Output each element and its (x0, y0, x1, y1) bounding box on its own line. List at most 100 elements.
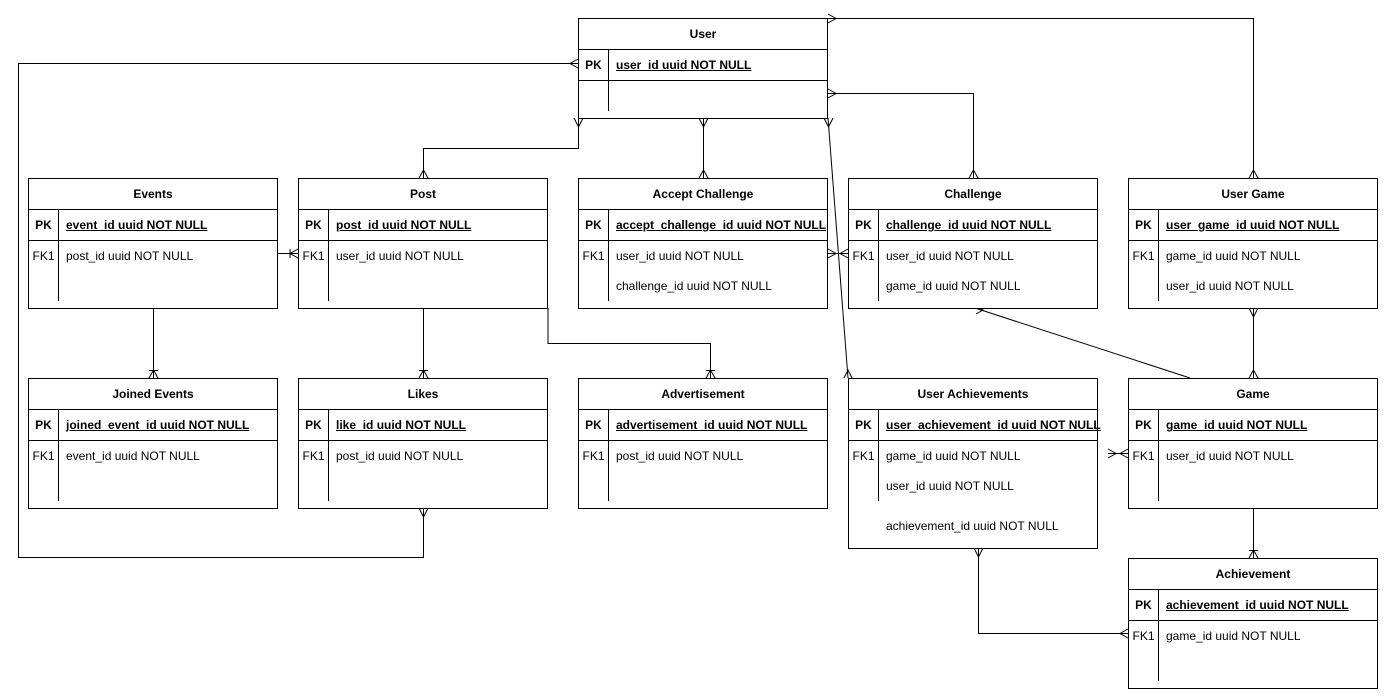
fields-section: FK1 game_id uuid NOT NULL user_id uuid N… (1129, 241, 1377, 309)
field-row: FK1 user_id uuid NOT NULL (299, 241, 547, 271)
fk-label: FK1 (32, 449, 55, 463)
field-row: FK1 game_id uuid NOT NULL (849, 441, 1097, 471)
entity-title: Joined Events (29, 379, 277, 410)
entity-title: Accept Challenge (579, 179, 827, 210)
entity-advertisement[interactable]: Advertisement PK advertisement_id uuid N… (578, 378, 828, 509)
entity-joined-events[interactable]: Joined Events PK joined_event_id uuid NO… (28, 378, 278, 509)
entity-title: Post (299, 179, 547, 210)
pk-label: PK (585, 58, 602, 72)
pk-field: achievement_id uuid NOT NULL (1166, 598, 1349, 612)
field-row: FK1 event_id uuid NOT NULL (29, 441, 277, 471)
entity-title: Events (29, 179, 277, 210)
entity-title: Game (1129, 379, 1377, 410)
pk-label: PK (1135, 418, 1152, 432)
field-row: FK1 post_id uuid NOT NULL (579, 441, 827, 471)
field: user_id uuid NOT NULL (336, 249, 464, 263)
primary-key-row: PK post_id uuid NOT NULL (299, 210, 547, 241)
link-user-user-game (828, 18, 1254, 178)
field: game_id uuid NOT NULL (886, 449, 1021, 463)
field-row: FK1 user_id uuid NOT NULL (579, 241, 827, 271)
fields-section: FK1 game_id uuid NOT NULL (1129, 621, 1377, 689)
field-row: user_id uuid NOT NULL (849, 471, 1097, 501)
primary-key-row: PK challenge_id uuid NOT NULL (849, 210, 1097, 241)
primary-key-row: PK advertisement_id uuid NOT NULL (579, 410, 827, 441)
fk-label: FK1 (582, 449, 605, 463)
pk-label: PK (855, 218, 872, 232)
entity-accept-challenge[interactable]: Accept Challenge PK accept_challenge_id … (578, 178, 828, 309)
entity-user[interactable]: User PK user_id uuid NOT NULL (578, 18, 828, 119)
field-row: FK1 game_id uuid NOT NULL (1129, 621, 1377, 651)
primary-key-row: PK user_id uuid NOT NULL (579, 50, 827, 81)
field: game_id uuid NOT NULL (1166, 629, 1301, 643)
pk-field: joined_event_id uuid NOT NULL (66, 418, 250, 432)
fk-label: FK1 (32, 249, 55, 263)
link-game-challenge (974, 307, 1191, 379)
field: user_id uuid NOT NULL (1166, 279, 1294, 293)
field: game_id uuid NOT NULL (1166, 249, 1301, 263)
fields-section: FK1 user_id uuid NOT NULL game_id uuid N… (849, 241, 1097, 309)
fields-section: FK1 post_id uuid NOT NULL (579, 441, 827, 509)
fk-label: FK1 (302, 449, 325, 463)
pk-field: like_id uuid NOT NULL (336, 418, 467, 432)
fk-label: FK1 (852, 249, 875, 263)
fields-section: FK1 user_id uuid NOT NULL (1129, 441, 1377, 509)
link-user-post (423, 118, 579, 178)
field: post_id uuid NOT NULL (336, 449, 464, 463)
entity-events[interactable]: Events PK event_id uuid NOT NULL FK1 pos… (28, 178, 278, 309)
entity-user-game[interactable]: User Game PK user_game_id uuid NOT NULL … (1128, 178, 1378, 309)
field-row: challenge_id uuid NOT NULL (579, 271, 827, 301)
primary-key-row: PK joined_event_id uuid NOT NULL (29, 410, 277, 441)
fields-section: FK1 user_id uuid NOT NULL (299, 241, 547, 309)
fields-section: FK1 game_id uuid NOT NULL user_id uuid N… (849, 441, 1097, 549)
field: challenge_id uuid NOT NULL (616, 279, 772, 293)
pk-field: user_game_id uuid NOT NULL (1166, 218, 1340, 232)
link-user-achievements-achievement (978, 548, 1128, 634)
field: user_id uuid NOT NULL (886, 479, 1014, 493)
pk-field: user_id uuid NOT NULL (616, 58, 752, 72)
pk-field: post_id uuid NOT NULL (336, 218, 472, 232)
entity-likes[interactable]: Likes PK like_id uuid NOT NULL FK1 post_… (298, 378, 548, 509)
entity-user-achievements[interactable]: User Achievements PK user_achievement_id… (848, 378, 1101, 549)
entity-title: Likes (299, 379, 547, 410)
primary-key-row: PK event_id uuid NOT NULL (29, 210, 277, 241)
entity-title: Challenge (849, 179, 1097, 210)
link-user-challenge (828, 93, 974, 178)
field: game_id uuid NOT NULL (886, 279, 1021, 293)
fk-label: FK1 (582, 249, 605, 263)
pk-label: PK (305, 418, 322, 432)
primary-key-row: PK accept_challenge_id uuid NOT NULL (579, 210, 827, 241)
field-row: FK1 user_id uuid NOT NULL (1129, 441, 1377, 471)
entity-post[interactable]: Post PK post_id uuid NOT NULL FK1 user_i… (298, 178, 548, 309)
pk-label: PK (1135, 598, 1152, 612)
pk-label: PK (585, 418, 602, 432)
pk-label: PK (35, 418, 52, 432)
entity-title: User Game (1129, 179, 1377, 210)
pk-field: advertisement_id uuid NOT NULL (616, 418, 808, 432)
field: user_id uuid NOT NULL (1166, 449, 1294, 463)
pk-field: event_id uuid NOT NULL (66, 218, 208, 232)
fields-section (579, 81, 827, 119)
field-row: game_id uuid NOT NULL (849, 271, 1097, 301)
fk-label: FK1 (1132, 249, 1155, 263)
fields-section: FK1 post_id uuid NOT NULL (29, 241, 277, 309)
link-post-advertisement (547, 308, 711, 378)
field: post_id uuid NOT NULL (616, 449, 744, 463)
entity-challenge[interactable]: Challenge PK challenge_id uuid NOT NULL … (848, 178, 1098, 309)
field-row: user_id uuid NOT NULL (1129, 271, 1377, 301)
entity-game[interactable]: Game PK game_id uuid NOT NULL FK1 user_i… (1128, 378, 1378, 509)
fk-label: FK1 (302, 249, 325, 263)
entity-title: Advertisement (579, 379, 827, 410)
pk-field: game_id uuid NOT NULL (1166, 418, 1308, 432)
pk-label: PK (585, 218, 602, 232)
fields-section: FK1 user_id uuid NOT NULL challenge_id u… (579, 241, 827, 309)
primary-key-row: PK user_game_id uuid NOT NULL (1129, 210, 1377, 241)
pk-label: PK (305, 218, 322, 232)
fk-label: FK1 (852, 449, 875, 463)
fk-label: FK1 (1132, 629, 1155, 643)
primary-key-row: PK game_id uuid NOT NULL (1129, 410, 1377, 441)
entity-achievement[interactable]: Achievement PK achievement_id uuid NOT N… (1128, 558, 1378, 689)
field: achievement_id uuid NOT NULL (886, 519, 1059, 533)
field: user_id uuid NOT NULL (616, 249, 744, 263)
pk-label: PK (855, 418, 872, 432)
pk-field: challenge_id uuid NOT NULL (886, 218, 1052, 232)
